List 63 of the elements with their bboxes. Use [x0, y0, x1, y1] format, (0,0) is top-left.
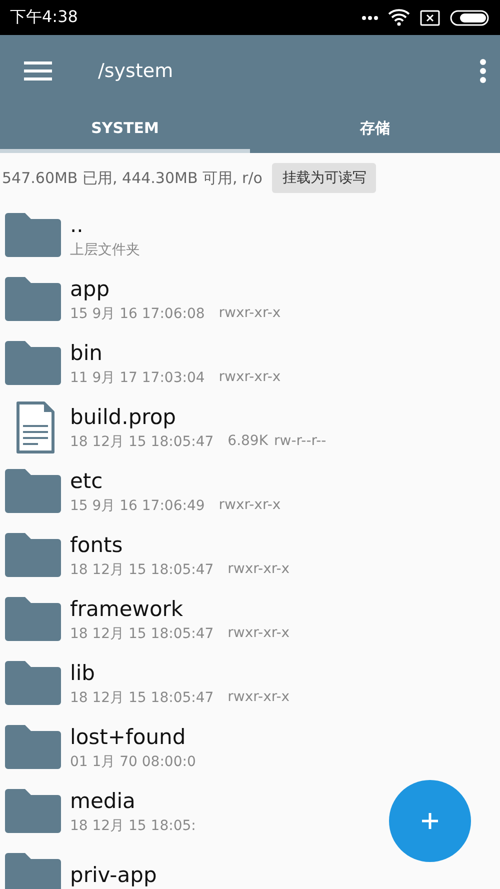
tab[interactable]: SYSTEM: [0, 107, 250, 153]
file-date: 01 1月 70 08:00:0: [70, 752, 196, 770]
file-row[interactable]: media 18 12月 15 18:05:: [0, 779, 500, 843]
file-permissions: rw-r--r--: [274, 432, 326, 450]
no-sim-icon: [420, 10, 440, 26]
file-permissions: rwxr-xr-x: [218, 496, 281, 514]
file-name: ..: [70, 212, 84, 238]
file-row[interactable]: .. 上层文件夹: [0, 203, 500, 267]
folder-icon: [5, 341, 61, 385]
file-date: 15 9月 16 17:06:08: [70, 304, 205, 322]
file-name: lib: [70, 660, 96, 686]
file-name: lost+found: [70, 724, 187, 750]
file-row[interactable]: build.prop 18 12月 15 18:05:47 6.89K rw-r--r--: [0, 395, 500, 459]
file-permissions: rwxr-xr-x: [218, 368, 281, 386]
file-name: etc: [70, 468, 104, 494]
battery-icon: [450, 10, 490, 26]
file-row[interactable]: lib 18 12月 15 18:05:47 rwxr-xr-x: [0, 651, 500, 715]
file-size: 6.89K: [228, 432, 268, 450]
file-name: app: [70, 276, 111, 302]
file-detail: 上层文件夹: [70, 240, 140, 258]
folder-icon: [5, 661, 61, 705]
mount-button[interactable]: 挂载为可读写: [272, 163, 376, 193]
file-date: 18 12月 15 18:05:47: [70, 432, 214, 450]
status-time: 下午4:38: [10, 7, 79, 28]
tab[interactable]: 存储: [250, 107, 500, 153]
file-row[interactable]: bin 11 9月 17 17:03:04 rwxr-xr-x: [0, 331, 500, 395]
file-row[interactable]: lost+found 01 1月 70 08:00:0: [0, 715, 500, 779]
file-row[interactable]: priv-app: [0, 843, 500, 889]
plus-icon: [420, 811, 440, 831]
overflow-menu-button[interactable]: [480, 59, 486, 83]
more-dots-icon: [362, 16, 378, 20]
file-date: 18 12月 15 18:05:47: [70, 688, 214, 706]
file-date: 15 9月 16 17:06:49: [70, 496, 205, 514]
file-permissions: rwxr-xr-x: [228, 560, 290, 578]
folder-icon: [5, 533, 61, 577]
file-permissions: rwxr-xr-x: [218, 304, 281, 322]
file-date: 11 9月 17 17:03:04: [70, 368, 205, 386]
file-row[interactable]: etc 15 9月 16 17:06:49 rwxr-xr-x: [0, 459, 500, 523]
folder-icon: [5, 277, 61, 321]
folder-icon: [5, 789, 61, 833]
file-row[interactable]: framework 18 12月 15 18:05:47 rwxr-xr-x: [0, 587, 500, 651]
file-name: framework: [70, 596, 184, 622]
file-permissions: rwxr-xr-x: [228, 688, 290, 706]
file-row[interactable]: app 15 9月 16 17:06:08 rwxr-xr-x: [0, 267, 500, 331]
wifi-icon: [388, 9, 410, 26]
file-row[interactable]: fonts 18 12月 15 18:05:47 rwxr-xr-x: [0, 523, 500, 587]
file-name: build.prop: [70, 404, 177, 430]
file-date: 18 12月 15 18:05:47: [70, 560, 214, 578]
storage-info: 547.60MB 已用, 444.30MB 可用, r/o: [2, 168, 262, 188]
folder-icon: [5, 597, 61, 641]
file-name: fonts: [70, 532, 124, 558]
file-name: priv-app: [70, 862, 157, 888]
folder-icon: [5, 853, 61, 889]
file-name: bin: [70, 340, 104, 366]
folder-icon: [5, 469, 61, 513]
folder-icon: [5, 213, 61, 257]
file-date: 18 12月 15 18:05:47: [70, 624, 214, 642]
file-name: media: [70, 788, 136, 814]
file-date: 18 12月 15 18:05:: [70, 816, 196, 834]
file-permissions: rwxr-xr-x: [228, 624, 290, 642]
folder-icon: [5, 725, 61, 769]
folder-path-title: /system: [98, 60, 174, 82]
menu-button[interactable]: [24, 61, 52, 81]
